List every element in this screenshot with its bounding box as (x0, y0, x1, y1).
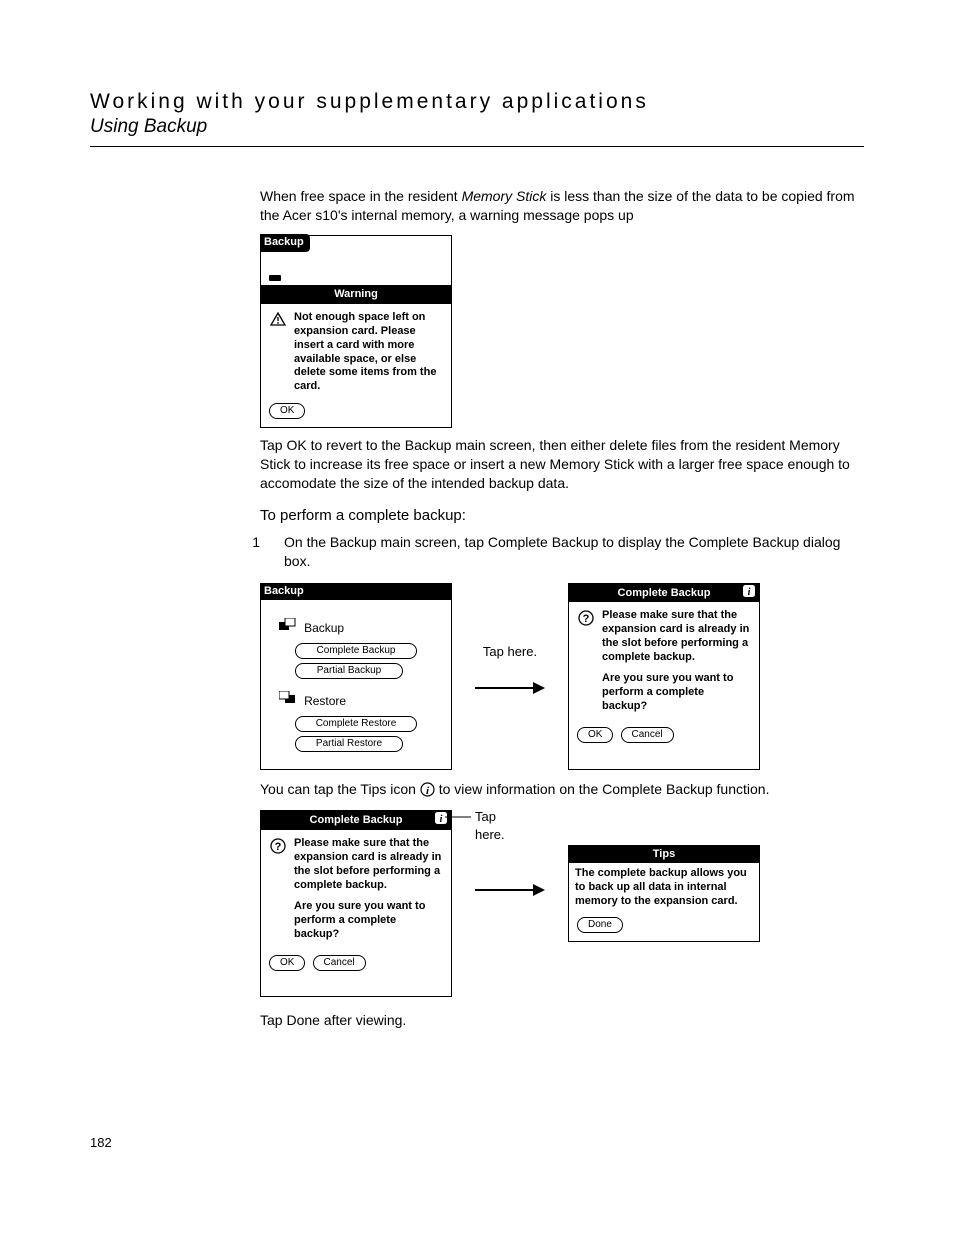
ok-button[interactable]: OK (269, 403, 305, 419)
dialog-message-2: Are you sure you want to perform a compl… (294, 900, 442, 941)
svg-text:?: ? (275, 841, 282, 853)
card-icon (269, 273, 281, 281)
dialog-message-2: Are you sure you want to perform a compl… (602, 672, 750, 713)
step-text: On the Backup main screen, tap Complete … (284, 533, 864, 571)
arrow-icon (475, 880, 545, 900)
complete-backup-button[interactable]: Complete Backup (295, 643, 417, 659)
info-icon[interactable]: i (743, 585, 755, 597)
warning-header: Warning (261, 285, 451, 304)
dialog-title: Complete Backup (310, 814, 403, 826)
dialog-message-1: Please make sure that the expansion card… (602, 609, 750, 664)
complete-restore-button[interactable]: Complete Restore (295, 716, 417, 732)
procedure-heading: To perform a complete backup: (260, 506, 864, 526)
tap-here-label: Tap here. (475, 808, 505, 843)
cancel-button[interactable]: Cancel (621, 727, 674, 743)
dialog-title: Complete Backup (618, 587, 711, 599)
backup-icon (279, 623, 300, 635)
warning-screenshot: Backup Warning Not enough space left on … (260, 235, 452, 428)
tap-done-paragraph: Tap Done after viewing. (260, 1011, 864, 1030)
warning-message: Not enough space left on expansion card.… (294, 311, 442, 394)
warning-icon (270, 312, 286, 326)
restore-icon (279, 696, 300, 708)
info-icon-inline: i (420, 781, 435, 797)
header-divider (90, 146, 864, 147)
backup-section-label: Backup (304, 621, 344, 635)
svg-text:i: i (748, 587, 751, 597)
ok-button[interactable]: OK (269, 955, 305, 971)
svg-text:?: ? (583, 613, 590, 625)
arrow-icon (475, 678, 545, 698)
app-tab-backup: Backup (260, 234, 310, 252)
section-title: Using Backup (90, 116, 864, 138)
partial-restore-button[interactable]: Partial Restore (295, 736, 403, 752)
question-icon: ? (270, 838, 286, 854)
tips-paragraph: You can tap the Tips icon i to view info… (260, 780, 864, 799)
ok-button[interactable]: OK (577, 727, 613, 743)
page-number: 182 (90, 1135, 112, 1150)
intro-paragraph: When free space in the resident Memory S… (260, 187, 864, 225)
tap-here-label: Tap here. (470, 643, 550, 661)
callout-line (445, 812, 475, 822)
question-icon: ? (578, 610, 594, 626)
complete-backup-dialog-screenshot-2: Complete Backup i ? (260, 810, 452, 997)
tips-body-text: The complete backup allows you to back u… (575, 867, 753, 908)
partial-backup-button[interactable]: Partial Backup (295, 663, 403, 679)
after-warning-paragraph: Tap OK to revert to the Backup main scre… (260, 436, 864, 493)
chapter-title: Working with your supplementary applicat… (90, 90, 864, 114)
tips-header: Tips (569, 846, 759, 863)
restore-section-label: Restore (304, 694, 346, 708)
dialog-message-1: Please make sure that the expansion card… (294, 837, 442, 892)
cancel-button[interactable]: Cancel (313, 955, 366, 971)
tips-screenshot: Tips The complete backup allows you to b… (568, 845, 760, 941)
page-header: Working with your supplementary applicat… (90, 90, 864, 147)
complete-backup-dialog-screenshot: Complete Backup i ? Please make sure t (568, 583, 760, 770)
backup-main-screenshot: Backup Backup Complete Backup Partial Ba… (260, 583, 452, 770)
memory-stick-term: Memory Stick (462, 188, 547, 204)
svg-text:i: i (440, 814, 443, 824)
step-number: 1 (220, 533, 284, 571)
app-tab-backup: Backup (260, 583, 310, 601)
done-button[interactable]: Done (577, 917, 623, 933)
